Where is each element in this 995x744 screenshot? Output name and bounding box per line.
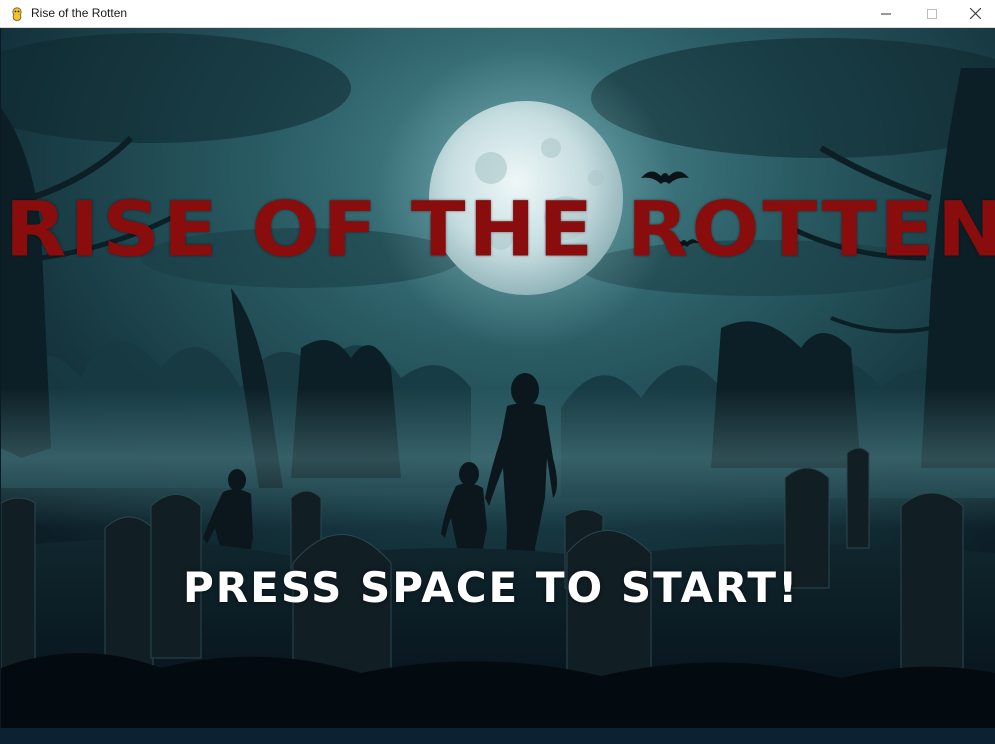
press-space-prompt: PRESS SPACE TO START!	[183, 563, 800, 612]
minimize-button[interactable]	[863, 0, 909, 27]
close-icon	[969, 8, 981, 19]
game-window: Rise of the Rotten RISE OF THE ROTTEN PR…	[0, 0, 995, 744]
minimize-icon	[881, 13, 891, 14]
graveyard-background	[1, 28, 995, 728]
title-bar[interactable]: Rise of the Rotten	[0, 0, 995, 28]
game-canvas[interactable]: RISE OF THE ROTTEN PRESS SPACE TO START!	[1, 28, 995, 728]
game-title: RISE OF THE ROTTEN	[4, 185, 995, 274]
taskbar-strip	[0, 728, 995, 744]
maximize-button[interactable]	[909, 0, 955, 27]
window-title: Rise of the Rotten	[31, 6, 128, 20]
maximize-icon	[927, 8, 937, 19]
pygame-snake-icon	[12, 7, 22, 21]
close-button[interactable]	[955, 0, 995, 27]
